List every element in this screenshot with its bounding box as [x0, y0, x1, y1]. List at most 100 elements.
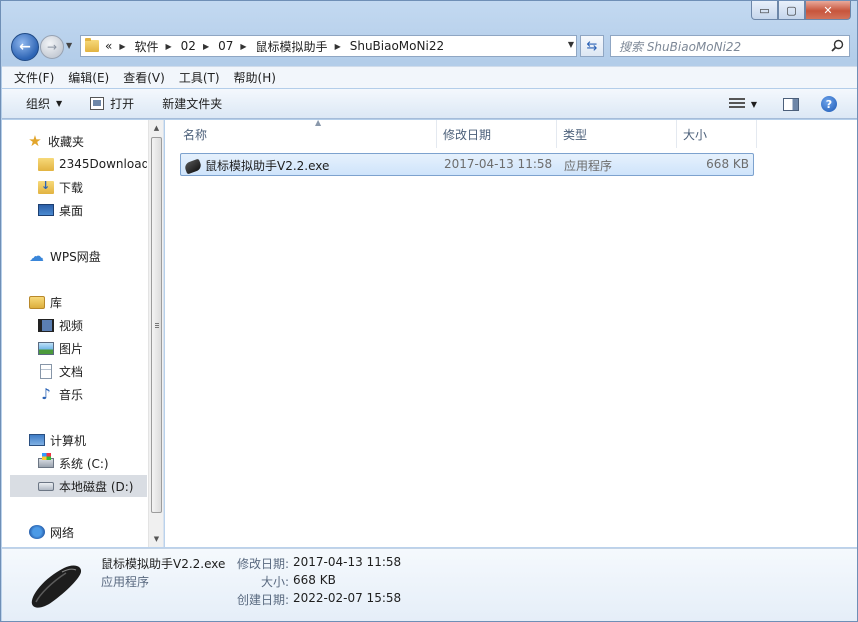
computer-icon	[29, 434, 45, 446]
column-label: 类型	[563, 127, 588, 142]
nav-scrollbar[interactable]: ▲ ▼	[148, 120, 163, 547]
menu-edit[interactable]: 编辑(E)	[68, 69, 109, 86]
nav-favorites[interactable]: ★ 收藏夹	[27, 130, 84, 152]
file-name: 鼠标模拟助手V2.2.exe	[205, 159, 330, 173]
address-bar[interactable]: «▶ 软件 ▶ 02 ▶ 07 ▶ 鼠标模拟助手 ▶ ShuBiaoMoNi22 ▼	[80, 35, 577, 57]
navigation-pane: ★ 收藏夹 2345Downloads 下载 桌面 ☁ WPS网盘 库	[2, 120, 164, 547]
mouse-thumbnail-icon	[31, 565, 82, 608]
breadcrumb-item[interactable]: 软件 ▶	[135, 38, 179, 55]
menu-view[interactable]: 查看(V)	[123, 69, 165, 86]
menu-tools[interactable]: 工具(T)	[179, 69, 220, 86]
desktop-icon	[38, 204, 54, 216]
column-label: 修改日期	[443, 127, 492, 142]
column-header-name[interactable]: ▲ 名称	[177, 118, 437, 148]
nav-label: 文档	[59, 364, 84, 379]
nav-item-downloads[interactable]: 下载	[38, 176, 83, 198]
nav-item-desktop[interactable]: 桌面	[38, 199, 83, 221]
system-drive-icon	[38, 453, 54, 468]
change-view-icon[interactable]	[728, 98, 745, 110]
explorer-window: ▭ ▢ ✕ ← → ▼ «▶ 软件 ▶ 02 ▶ 07 ▶ 鼠标模拟助手 ▶ ShuBi…	[0, 0, 858, 622]
new-folder-button[interactable]: 新建文件夹	[162, 95, 222, 112]
nav-item-documents[interactable]: 文档	[38, 360, 83, 382]
organize-label: 组织	[26, 97, 51, 111]
close-button[interactable]: ✕	[805, 1, 851, 20]
nav-item-videos[interactable]: 视频	[38, 314, 83, 336]
folder-icon	[85, 38, 99, 52]
cloud-icon: ☁	[29, 247, 44, 265]
address-dropdown[interactable]: ▼	[568, 40, 574, 49]
search-icon[interactable]	[831, 39, 844, 52]
details-created-value: 2022-02-07 15:58	[293, 591, 402, 605]
details-file-name: 鼠标模拟助手V2.2.exe	[101, 557, 226, 571]
nav-item-2345downloads[interactable]: 2345Downloads	[38, 153, 147, 175]
search-input[interactable]: 搜索 ShuBiaoMoNi22	[610, 35, 850, 57]
file-name-cell: 鼠标模拟助手V2.2.exe	[183, 157, 330, 175]
organize-button[interactable]: 组织 ▼	[26, 95, 62, 112]
details-modified-value: 2017-04-13 11:58	[293, 555, 402, 569]
preview-pane-icon[interactable]	[783, 97, 799, 111]
view-options-dropdown[interactable]: ▼	[751, 100, 757, 109]
details-created-label: 创建日期:	[236, 593, 289, 607]
details-pane: 鼠标模拟助手V2.2.exe 应用程序 修改日期: 2017-04-13 11:…	[2, 548, 857, 621]
nav-item-drive-c[interactable]: 系统 (C:)	[38, 452, 109, 474]
breadcrumb-item[interactable]: 07 ▶	[218, 39, 253, 53]
menu-file[interactable]: 文件(F)	[14, 69, 54, 86]
new-folder-label: 新建文件夹	[162, 97, 223, 111]
nav-libraries[interactable]: 库	[29, 291, 62, 313]
nav-item-music[interactable]: ♪ 音乐	[38, 383, 83, 405]
column-header-modified[interactable]: 修改日期	[437, 120, 557, 148]
menu-help[interactable]: 帮助(H)	[234, 69, 276, 86]
refresh-button[interactable]: ⇆	[580, 35, 604, 57]
breadcrumb-item[interactable]: 02 ▶	[181, 39, 216, 53]
scroll-up-arrow[interactable]: ▲	[149, 120, 164, 136]
help-icon[interactable]: ?	[821, 96, 837, 112]
details-size-label: 大小:	[260, 575, 289, 589]
nav-network[interactable]: 网络	[29, 521, 74, 543]
nav-label: WPS网盘	[50, 249, 101, 264]
nav-label: 收藏夹	[48, 134, 85, 149]
nav-computer[interactable]: 计算机	[29, 429, 86, 451]
minimize-button[interactable]: ▭	[751, 1, 778, 20]
nav-label: 系统 (C:)	[59, 456, 109, 471]
nav-wps-cloud[interactable]: ☁ WPS网盘	[29, 245, 101, 267]
nav-label: 桌面	[59, 203, 84, 218]
folder-icon	[38, 157, 54, 171]
breadcrumb-overflow[interactable]: «▶	[105, 39, 133, 53]
drive-icon	[38, 481, 54, 491]
scroll-thumb[interactable]	[151, 137, 162, 513]
breadcrumb-item[interactable]: 鼠标模拟助手 ▶	[256, 38, 348, 55]
nav-label: 下载	[59, 180, 84, 195]
nav-item-pictures[interactable]: 图片	[38, 337, 83, 359]
music-icon: ♪	[41, 385, 51, 403]
nav-label: 网络	[50, 525, 75, 540]
column-header-size[interactable]: 大小	[677, 120, 757, 148]
address-row: ← → ▼ «▶ 软件 ▶ 02 ▶ 07 ▶ 鼠标模拟助手 ▶ ShuBiaoMoNi…	[7, 32, 853, 62]
document-icon	[40, 363, 52, 379]
file-list: ▲ 名称 修改日期 类型 大小 鼠标模拟助手V2.2.exe 2017-04-1…	[165, 118, 857, 547]
menu-bar: 文件(F) 编辑(E) 查看(V) 工具(T) 帮助(H)	[2, 66, 857, 88]
nav-item-drive-d[interactable]: 本地磁盘 (D:)	[10, 475, 147, 497]
nav-label: 计算机	[50, 433, 87, 448]
library-icon	[29, 295, 45, 309]
details-size-value: 668 KB	[293, 573, 336, 587]
forward-button[interactable]: →	[40, 35, 64, 59]
mouse-exe-icon	[183, 158, 203, 175]
file-row[interactable]: 鼠标模拟助手V2.2.exe 2017-04-13 11:58 应用程序 668…	[180, 153, 754, 176]
column-header-type[interactable]: 类型	[557, 120, 677, 148]
maximize-button[interactable]: ▢	[778, 1, 805, 20]
details-modified-label: 修改日期:	[236, 557, 289, 571]
file-type: 应用程序	[564, 159, 613, 173]
search-placeholder: 搜索 ShuBiaoMoNi22	[619, 39, 742, 54]
star-icon: ★	[28, 132, 42, 150]
back-button[interactable]: ←	[11, 33, 39, 61]
open-icon	[90, 97, 105, 110]
scroll-down-arrow[interactable]: ▼	[149, 531, 164, 547]
sort-up-icon: ▲	[315, 118, 322, 127]
nav-label: 视频	[59, 318, 84, 333]
breadcrumb-item-current[interactable]: ShuBiaoMoNi22	[350, 39, 444, 53]
column-label: 大小	[683, 127, 708, 142]
file-size: 668 KB	[706, 157, 749, 171]
nav-label: 音乐	[59, 387, 84, 402]
recent-pages-dropdown[interactable]: ▼	[66, 41, 72, 50]
open-button[interactable]: 打开	[90, 95, 134, 112]
